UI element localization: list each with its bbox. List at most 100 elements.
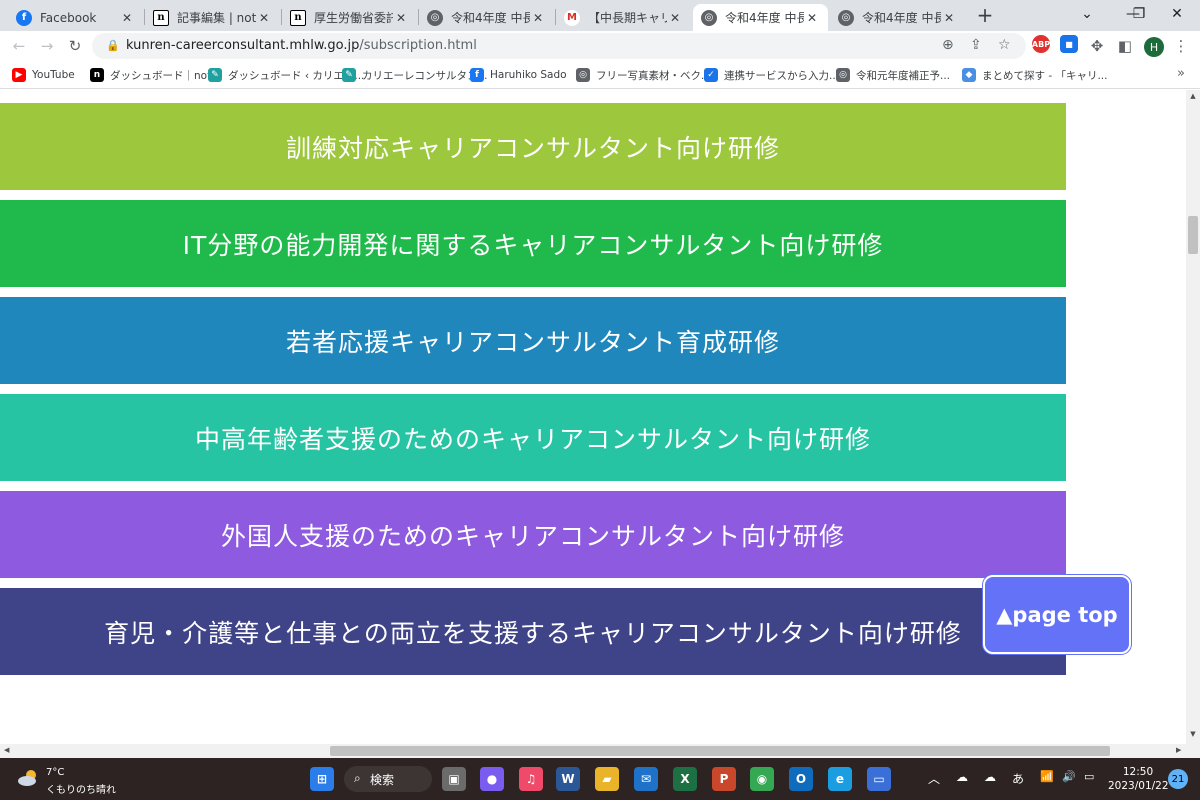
browser-tab[interactable]: ◎ 令和4年度 中長期✕ — [419, 4, 554, 31]
powerpoint-icon[interactable]: P — [712, 767, 736, 791]
tab-search-button[interactable]: ⌄ — [1064, 0, 1110, 31]
bookmark-item[interactable]: ✎ カリエーレコンサルタン... — [342, 67, 488, 83]
note-icon: n — [290, 9, 306, 26]
browser-tab[interactable]: n 厚生労働省委託 ✕ — [282, 4, 417, 31]
side-panel-icon[interactable]: ◧ — [1114, 35, 1136, 57]
globe-icon: ◎ — [427, 9, 443, 26]
course-link-band[interactable]: IT分野の能力開発に関するキャリアコンサルタント向け研修 — [0, 200, 1066, 287]
tab-title: 記事編集 | note — [177, 11, 256, 25]
course-link-label: 外国人支援のためのキャリアコンサルタント向け研修 — [220, 521, 845, 551]
scroll-up-arrow[interactable]: ▲ — [1186, 92, 1200, 100]
start-icon[interactable]: ⊞ — [310, 767, 334, 791]
onedrive-icon[interactable]: ☁ — [956, 770, 968, 784]
tab-strip: + ⌄ — ❐ ✕ f Facebook ✕ n 記事編集 | note ✕ n 厚生労働省委… — [0, 0, 1200, 31]
tab-close-icon[interactable]: ✕ — [393, 11, 409, 25]
taskbar-search[interactable]: ⌕ 検索 — [344, 766, 432, 792]
bookmark-item[interactable]: ✓ 連携サービスから入力... — [704, 67, 839, 83]
tab-close-icon[interactable]: ✕ — [804, 11, 820, 25]
bookmark-item[interactable]: ✎ ダッシュボード ‹ カリエー... — [208, 67, 364, 83]
course-link-band[interactable]: 若者応援キャリアコンサルタント育成研修 — [0, 297, 1066, 384]
horizontal-scroll-thumb[interactable] — [330, 746, 1110, 756]
search-icon: ⌕ — [354, 771, 361, 785]
browser-tab[interactable]: ◎ 令和4年度 中長期✕ — [693, 4, 828, 31]
youtube-icon: ▶ — [12, 68, 26, 82]
zoom-chat-icon[interactable]: ● — [480, 767, 504, 791]
excel-icon[interactable]: X — [673, 767, 697, 791]
bookmarks-bar: » ▶ YouTube n ダッシュボード｜note ✎ ダッシュボード ‹ カリエー..… — [0, 61, 1200, 89]
tab-title: 【中長期キャリア形 — [588, 11, 667, 25]
course-link-label: 育児・介護等と仕事との両立を支援するキャリアコンサルタント向け研修 — [104, 618, 962, 648]
bookmark-star-icon[interactable]: ☆ — [998, 37, 1011, 53]
tab-close-icon[interactable]: ✕ — [667, 11, 683, 25]
bookmark-item[interactable]: n ダッシュボード｜note — [90, 67, 218, 83]
task-view-icon[interactable]: ▣ — [442, 767, 466, 791]
tab-title: 令和4年度 中長期 — [725, 11, 804, 25]
url-text[interactable]: kunren-careerconsultant.mhlw.go.jp/subsc… — [126, 38, 477, 53]
cloud-icon[interactable]: ☁ — [984, 770, 996, 784]
bookmarks-overflow-icon[interactable]: » — [1170, 63, 1192, 85]
notification-badge[interactable]: 21 — [1168, 769, 1188, 789]
scroll-left-arrow[interactable]: ◀ — [4, 746, 9, 754]
tab-close-icon[interactable]: ✕ — [530, 11, 546, 25]
menu-kebab-icon[interactable]: ⋮ — [1170, 35, 1192, 57]
url-host: kunren-careerconsultant.mhlw.go.jp — [126, 38, 360, 53]
back-button[interactable]: ← — [8, 35, 30, 57]
bookmark-item[interactable]: ◎ 令和元年度補正予... — [836, 67, 950, 83]
tab-close-icon[interactable]: ✕ — [941, 11, 957, 25]
temperature: 7°C — [46, 767, 65, 778]
forward-button[interactable]: → — [36, 35, 58, 57]
note-icon: n — [90, 68, 104, 82]
address-bar[interactable]: 🔒 kunren-careerconsultant.mhlw.go.jp/sub… — [92, 33, 1026, 59]
course-link-band[interactable]: 育児・介護等と仕事との両立を支援するキャリアコンサルタント向け研修 — [0, 588, 1066, 675]
bookmark-item[interactable]: ▶ YouTube — [12, 67, 75, 83]
scroll-right-arrow[interactable]: ▶ — [1176, 746, 1181, 754]
weather-description: くもりのち晴れ — [46, 785, 116, 796]
edge-icon[interactable]: e — [828, 767, 852, 791]
mail-icon[interactable]: ✉ — [634, 767, 658, 791]
battery-icon[interactable]: ▭ — [1084, 770, 1094, 783]
course-link-band[interactable]: 外国人支援のためのキャリアコンサルタント向け研修 — [0, 491, 1066, 578]
course-link-band[interactable]: 訓練対応キャリアコンサルタント向け研修 — [0, 103, 1066, 190]
vertical-scroll-thumb[interactable] — [1188, 216, 1198, 254]
tab-close-icon[interactable]: ✕ — [256, 11, 272, 25]
zoom-icon[interactable]: ⊕ — [942, 37, 954, 53]
new-tab-button[interactable]: + — [974, 4, 996, 26]
browser-tab[interactable]: M 【中長期キャリア形✕ — [556, 4, 691, 31]
word-icon[interactable]: W — [556, 767, 580, 791]
browser-tab[interactable]: f Facebook ✕ — [8, 4, 143, 31]
browser-tab[interactable]: n 記事編集 | note ✕ — [145, 4, 280, 31]
adblock-extension-icon[interactable]: ABP — [1032, 35, 1050, 53]
profile-avatar[interactable]: H — [1144, 37, 1164, 57]
music-icon[interactable]: ♫ — [519, 767, 543, 791]
bookmark-item[interactable]: f Haruhiko Sado — [470, 67, 567, 83]
bookmark-item[interactable]: ◆ まとめて探す - 「キャリ... — [962, 67, 1107, 83]
chevron-up-icon[interactable]: ︿ — [928, 770, 940, 787]
course-link-label: 中高年齢者支援のためのキャリアコンサルタント向け研修 — [194, 424, 871, 454]
scroll-down-arrow[interactable]: ▼ — [1186, 730, 1200, 738]
page-viewport: 訓練対応キャリアコンサルタント向け研修 IT分野の能力開発に関するキャリアコンサル… — [0, 90, 1186, 744]
page-top-button[interactable]: ▲page top — [983, 575, 1131, 654]
wifi-icon[interactable]: 📶 — [1040, 770, 1054, 783]
cloudy-weather-icon[interactable] — [16, 768, 40, 788]
volume-icon[interactable]: 🔊 — [1062, 770, 1076, 783]
reload-button[interactable]: ↻ — [64, 35, 86, 57]
clock[interactable]: 12:50 2023/01/22 — [1108, 765, 1169, 793]
vertical-scrollbar[interactable]: ▲ ▼ — [1186, 90, 1200, 744]
close-window-button[interactable]: ✕ — [1154, 0, 1200, 31]
bookmark-item[interactable]: ◎ フリー写真素材・ベク... — [576, 67, 711, 83]
browser-tab[interactable]: ◎ 令和4年度 中長期✕ — [830, 4, 965, 31]
course-link-band[interactable]: 中高年齢者支援のためのキャリアコンサルタント向け研修 — [0, 394, 1066, 481]
search-site-icon: ◆ — [962, 68, 976, 82]
tab-close-icon[interactable]: ✕ — [119, 11, 135, 25]
ime-indicator[interactable]: あ — [1012, 770, 1024, 787]
facebook-icon: f — [16, 9, 32, 26]
bookmark-label: 連携サービスから入力... — [724, 69, 840, 82]
chrome-icon[interactable]: ◉ — [750, 767, 774, 791]
extension-icon[interactable]: ■ — [1060, 35, 1078, 53]
explorer-icon[interactable]: ▰ — [595, 767, 619, 791]
share-icon[interactable]: ⇪ — [970, 37, 982, 53]
horizontal-scrollbar[interactable]: ◀ ▶ — [0, 744, 1200, 758]
outlook-icon[interactable]: O — [789, 767, 813, 791]
screen-icon[interactable]: ▭ — [867, 767, 891, 791]
extensions-puzzle-icon[interactable]: ✥ — [1086, 35, 1108, 57]
